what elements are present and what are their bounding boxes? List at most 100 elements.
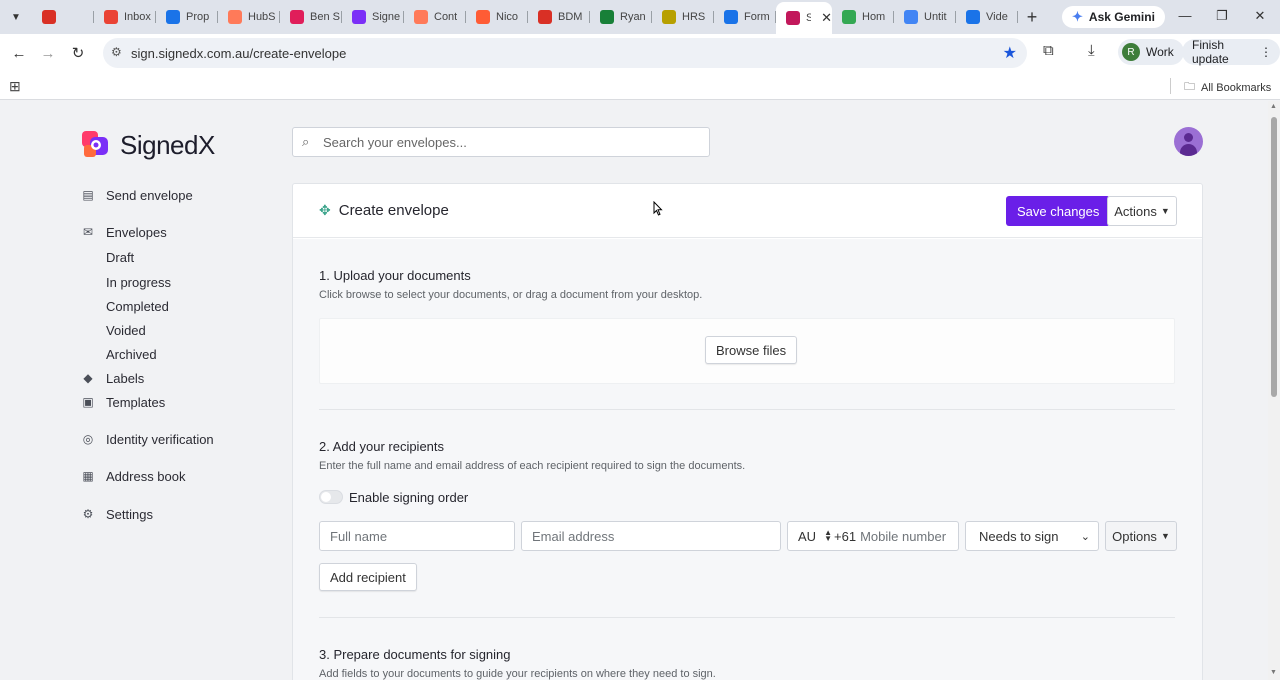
apps-grid-icon[interactable]: ⊞ [9,78,21,95]
sidebar-item-address-book[interactable]: ▦ Address book [80,466,185,486]
tab-favicon-icon [414,10,428,24]
recipient-options-button[interactable]: Options ▼ [1105,521,1177,551]
templates-icon: ▣ [82,395,94,409]
browser-tab[interactable]: Ben S [280,4,342,30]
caret-down-icon: ▼ [1160,206,1170,216]
envelope-search[interactable]: ⌕ [292,127,710,157]
country-code-select[interactable]: AU ▲ ▼ [788,529,834,544]
step-3-title: 3. Prepare documents for signing [319,647,511,662]
minimize-icon[interactable]: — [1175,8,1195,23]
sidebar-label: Identity verification [106,431,214,447]
user-avatar[interactable] [1174,127,1203,156]
caret-down-icon: ▼ [1160,531,1170,541]
send-icon: ▤ [82,188,94,202]
browser-tab[interactable]: Cont [404,4,466,30]
sidebar-item-settings[interactable]: ⚙ Settings [80,504,153,524]
mobile-number-field[interactable]: AU ▲ ▼ +61 [787,521,959,551]
step-2-title: 2. Add your recipients [319,439,445,454]
sidebar-item-archived[interactable]: Archived [106,347,157,362]
actions-label: Actions [1114,203,1157,219]
bookmarks-bar: ⊞ 🗀 All Bookmarks [0,72,1280,100]
sidebar-item-send-envelope[interactable]: ▤ Send envelope [80,185,192,205]
user-avatar-body [1180,144,1197,156]
search-input[interactable] [323,134,693,150]
add-recipient-button[interactable]: Add recipient [319,563,417,591]
browser-tab-active[interactable]: S ✕ [776,2,832,34]
ask-gemini-button[interactable]: ✦ Ask Gemini [1062,6,1165,28]
sidebar-label: Settings [106,506,153,522]
extensions-icon[interactable]: ⧉ [1043,42,1054,59]
step-1-description: Click browse to select your documents, o… [319,289,703,301]
actions-dropdown-button[interactable]: Actions ▼ [1107,196,1177,226]
page-title-text: Create envelope [338,202,449,219]
site-info-icon[interactable]: ⚙ [111,45,122,59]
user-avatar-head [1184,133,1193,142]
new-tab-icon[interactable]: + [1018,7,1046,28]
profile-button[interactable]: R Work [1118,39,1184,65]
signing-order-toggle[interactable] [319,490,343,504]
tab-favicon-icon [42,10,56,24]
scroll-up-icon[interactable]: ▲ [1270,103,1277,110]
browser-tab[interactable]: Untit [894,4,956,30]
all-bookmarks-button[interactable]: 🗀 All Bookmarks [1184,78,1271,97]
page-scrollbar[interactable]: ▲ ▼ [1268,101,1280,680]
full-name-input[interactable] [319,521,515,551]
page-content: SignedX ⌕ ▤ Send envelope ✉ Envelopes Dr… [0,101,1268,680]
scroll-thumb[interactable] [1271,117,1277,397]
tab-title: HubS [248,11,276,23]
bookmarks-divider [1170,78,1171,94]
logo-text: SignedX [120,129,215,160]
sidebar-item-in-progress[interactable]: In progress [106,275,171,290]
sidebar-item-completed[interactable]: Completed [106,299,169,314]
close-tab-icon[interactable]: ✕ [821,10,832,26]
sidebar-item-labels[interactable]: ◆ Labels [80,368,144,388]
browser-tab[interactable]: Form [714,4,776,30]
tab-favicon-icon [842,10,856,24]
sidebar-item-draft[interactable]: Draft [106,250,134,265]
profile-label: Work [1146,45,1174,59]
scroll-down-icon[interactable]: ▼ [1270,669,1277,676]
tab-search-icon[interactable]: ▼ [0,0,32,34]
browser-tab[interactable]: HubS [218,4,280,30]
folder-icon: 🗀 [1184,81,1195,93]
sidebar-item-envelopes[interactable]: ✉ Envelopes [80,222,167,242]
section-divider [319,617,1175,618]
sidebar-label: Templates [106,394,166,410]
more-menu-icon[interactable]: ⋮ [1260,45,1272,59]
tab-favicon-icon [904,10,918,24]
back-icon[interactable]: ← [4,38,34,68]
browser-tab[interactable]: HRS [652,4,714,30]
browser-tab[interactable]: Nico [466,4,528,30]
browser-tab[interactable]: BDM [528,4,590,30]
download-icon[interactable]: ⤓ [1088,42,1095,59]
browser-tab[interactable]: Inbox [94,4,156,30]
recipient-role-select[interactable]: Needs to sign ⌄ [965,521,1099,551]
step-1-title: 1. Upload your documents [319,268,471,283]
address-bar[interactable]: ⚙ sign.signedx.com.au/create-envelope ★ [103,38,1027,68]
browser-tab[interactable]: Signe [342,4,404,30]
browser-tab[interactable]: Vide [956,4,1018,30]
create-envelope-card: ✥ Create envelope Save changes Actions ▼… [292,183,1203,680]
mobile-number-input[interactable] [860,528,957,544]
reload-icon[interactable]: ↻ [63,38,93,68]
browser-tab[interactable] [32,4,94,30]
save-changes-button[interactable]: Save changes [1006,196,1111,226]
email-address-input[interactable] [521,521,781,551]
all-bookmarks-label: All Bookmarks [1201,81,1272,94]
updown-arrows-icon: ▲ ▼ [824,528,832,543]
forward-icon[interactable]: → [33,38,63,68]
bookmark-star-icon[interactable]: ★ [1003,43,1017,63]
document-dropzone[interactable]: Browse files [319,318,1175,384]
restore-icon[interactable]: ❐ [1212,8,1232,24]
browser-tab[interactable]: Prop [156,4,218,30]
sidebar-item-templates[interactable]: ▣ Templates [80,392,165,412]
browser-tab[interactable]: Ryan [590,4,652,30]
browse-files-button[interactable]: Browse files [705,336,798,364]
app-logo[interactable]: SignedX [80,129,215,161]
browser-tab[interactable]: Hom [832,4,894,30]
tab-favicon-icon [662,10,676,24]
close-window-icon[interactable]: ✕ [1250,8,1270,24]
sidebar-item-identity-verification[interactable]: ◎ Identity verification [80,429,214,449]
finish-update-button[interactable]: Finish update ⋮ [1182,38,1280,66]
sidebar-item-voided[interactable]: Voided [106,323,146,338]
